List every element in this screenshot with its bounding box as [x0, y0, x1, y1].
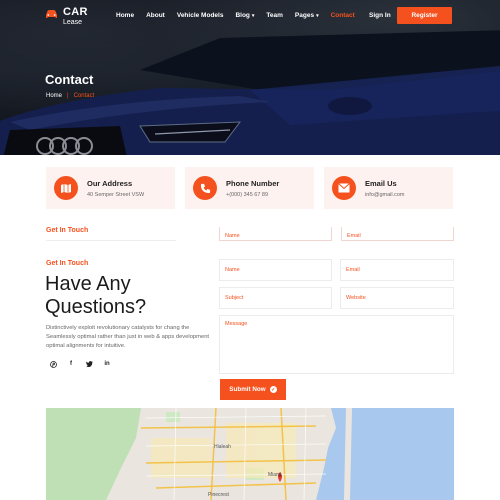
map[interactable]: Hialeah Miami Pinecrest	[46, 408, 454, 500]
breadcrumb-current: Contact	[73, 93, 95, 99]
main-menu: Home About Vehicle Models Blog ▾ Team Pag…	[116, 12, 355, 19]
phone-title: Phone Number	[226, 178, 280, 188]
map-tiles	[46, 408, 454, 500]
email-card: Email Us info@gmail.com	[324, 167, 453, 209]
chevron-down-icon: ▾	[251, 12, 255, 19]
section-description: Distinctively exploit revolutionary cata…	[46, 325, 210, 349]
pinterest-icon[interactable]	[49, 360, 57, 368]
nav-about[interactable]: About	[146, 12, 165, 19]
section-eyebrow: Get In Touch	[46, 260, 89, 267]
breadcrumb-home[interactable]: Home	[46, 93, 62, 99]
nav-contact[interactable]: Contact	[331, 12, 355, 19]
sign-in-link[interactable]: Sign In	[369, 12, 391, 19]
phone-value: +(000) 345 67 89	[226, 191, 269, 198]
website-field[interactable]	[340, 287, 454, 309]
nav-home[interactable]: Home	[116, 12, 134, 19]
top-navigation: CAR Lease Home About Vehicle Models Blog…	[0, 0, 500, 34]
nav-team[interactable]: Team	[266, 12, 283, 19]
email-icon	[332, 176, 356, 200]
nav-pages[interactable]: Pages ▾	[295, 12, 319, 19]
name-field[interactable]	[219, 259, 332, 281]
logo-title: CAR	[63, 6, 88, 18]
address-card: Our Address 40 Semper Street VSW	[46, 167, 175, 209]
submit-button[interactable]: Submit Now ✓	[220, 379, 286, 400]
address-value: 40 Semper Street VSW	[87, 191, 145, 198]
map-label-miami: Miami	[268, 472, 282, 478]
ghost-email-field: Email	[341, 227, 454, 241]
phone-card: Phone Number +(000) 345 67 89	[185, 167, 314, 209]
map-label-hialeah: Hialeah	[214, 444, 231, 450]
twitter-icon[interactable]	[85, 360, 93, 368]
submit-label: Submit Now	[229, 386, 266, 393]
subject-field[interactable]	[219, 287, 332, 309]
logo-subtitle: Lease	[63, 19, 83, 26]
map-label-pinecrest: Pinecrest	[208, 492, 229, 498]
divider	[46, 240, 176, 241]
message-field[interactable]	[219, 315, 454, 374]
nav-blog[interactable]: Blog ▾	[235, 12, 254, 19]
chevron-down-icon: ▾	[316, 12, 319, 19]
email-value: info@gmail.com	[365, 191, 405, 198]
linkedin-icon[interactable]: in	[103, 360, 111, 368]
facebook-icon[interactable]: f	[67, 360, 75, 368]
register-button[interactable]: Register	[397, 7, 452, 24]
nav-vehicle-models[interactable]: Vehicle Models	[177, 12, 224, 19]
breadcrumb: Home | Contact	[46, 93, 94, 99]
breadcrumb-separator: |	[67, 93, 69, 99]
address-title: Our Address	[87, 178, 133, 188]
check-icon: ✓	[269, 386, 277, 393]
phone-icon	[193, 176, 217, 200]
email-field[interactable]	[340, 259, 454, 281]
ghost-name-field: Name	[219, 227, 332, 241]
social-links: f in	[49, 360, 111, 368]
page-title: Contact	[45, 72, 94, 87]
section-headline: Have Any Questions?	[45, 273, 147, 318]
email-title: Email Us	[365, 178, 397, 188]
logo[interactable]: CAR Lease	[45, 7, 88, 26]
map-icon	[54, 176, 78, 200]
car-logo-icon	[46, 10, 57, 18]
ghost-get-in-touch: Get In Touch	[46, 227, 89, 234]
